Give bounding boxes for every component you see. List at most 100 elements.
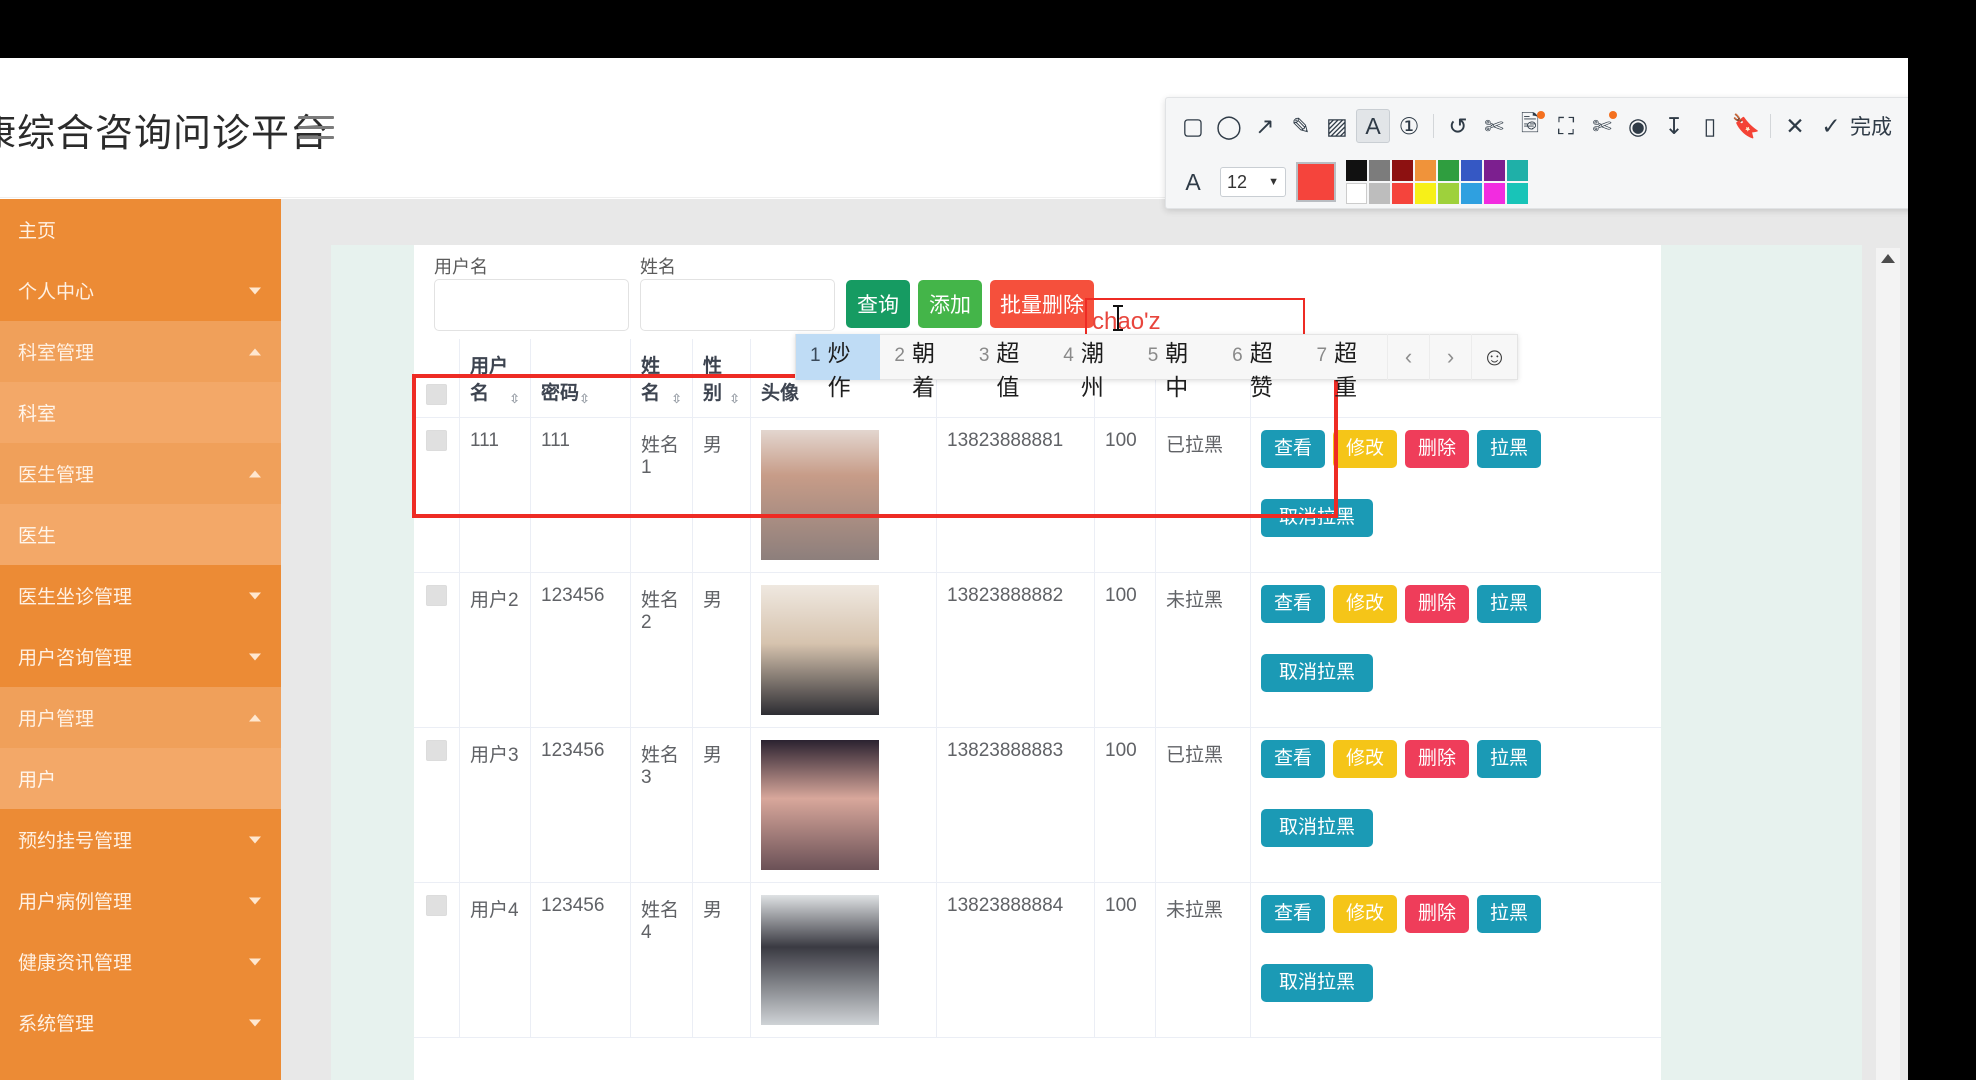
sidebar-item-2[interactable]: 科室管理 — [0, 321, 281, 382]
sidebar-item-4[interactable]: 医生管理 — [0, 443, 281, 504]
scroll-up-arrow-icon[interactable] — [1881, 254, 1895, 263]
sidebar-item-11[interactable]: 用户病例管理 — [0, 870, 281, 931]
color-swatch-5[interactable] — [1461, 160, 1482, 181]
op-button-删除[interactable]: 删除 — [1405, 430, 1470, 468]
select-all-checkbox[interactable] — [414, 339, 460, 417]
chevron-down-icon[interactable] — [249, 836, 261, 843]
annotation-tool-row[interactable]: ▢ ◯ ↗ ✎ ▨ A ① ↺ ✄ 🗟 ⛶ ✄ ◉ ↧ ▯ 🔖 ✕ ✓ 完成 — [1166, 98, 1908, 154]
close-icon[interactable]: ✕ — [1778, 109, 1812, 143]
column-header-username[interactable]: 用户名 ⇳ — [460, 339, 531, 417]
sidebar-item-8[interactable]: 用户管理 — [0, 687, 281, 748]
ime-candidate-1[interactable]: 1 炒作 — [796, 334, 881, 400]
op-button-删除[interactable]: 删除 — [1405, 585, 1470, 623]
table-row[interactable]: 用户4 123456 姓名4 男 13823888884 100 未拉黑 查看 修改 删除 拉黑 取消… — [414, 883, 1661, 1038]
row-checkbox[interactable] — [414, 728, 460, 882]
undo-icon[interactable]: ↺ — [1441, 109, 1475, 143]
chevron-up-icon[interactable] — [249, 714, 261, 721]
username-search-input[interactable] — [434, 279, 629, 331]
sort-icon[interactable]: ⇳ — [509, 392, 520, 405]
sidebar-item-6[interactable]: 医生坐诊管理 — [0, 565, 281, 626]
op-button-查看[interactable]: 查看 — [1261, 740, 1326, 778]
op-button-查看[interactable]: 查看 — [1261, 585, 1326, 623]
chevron-down-icon[interactable] — [249, 592, 261, 599]
ocr-translate-icon[interactable]: 🗟 — [1513, 109, 1547, 143]
color-swatch-13[interactable] — [1461, 183, 1482, 204]
sidebar-item-1[interactable]: 个人中心 — [0, 260, 281, 321]
pin-icon[interactable]: ✄ — [1585, 109, 1619, 143]
color-swatch-10[interactable] — [1392, 183, 1413, 204]
chevron-down-icon[interactable]: ▼ — [1268, 176, 1279, 188]
check-icon[interactable]: ✓ — [1814, 109, 1848, 143]
op-button-取消拉黑[interactable]: 取消拉黑 — [1261, 809, 1373, 847]
table-row[interactable]: 111 111 姓名1 男 13823888881 100 已拉黑 查看 修改 删除 拉黑 取消拉黑 — [414, 418, 1661, 573]
row-checkbox[interactable] — [414, 573, 460, 727]
table-row[interactable]: 用户3 123456 姓名3 男 13823888883 100 已拉黑 查看 修改 删除 拉黑 取消… — [414, 728, 1661, 883]
sort-icon[interactable]: ⇳ — [671, 392, 682, 405]
chevron-up-icon[interactable] — [249, 470, 261, 477]
op-button-拉黑[interactable]: 拉黑 — [1477, 430, 1542, 468]
column-header-password[interactable]: 密码 ⇳ — [531, 339, 631, 417]
name-search-input[interactable] — [640, 279, 835, 331]
color-swatch-14[interactable] — [1484, 183, 1505, 204]
column-header-name[interactable]: 姓名 ⇳ — [631, 339, 693, 417]
font-size-select[interactable]: 12 ▼ — [1220, 167, 1286, 197]
row-checkbox[interactable] — [414, 883, 460, 1037]
sidebar-item-12[interactable]: 健康资讯管理 — [0, 931, 281, 992]
chevron-down-icon[interactable] — [249, 897, 261, 904]
ime-candidate-2[interactable]: 2 朝着 — [880, 334, 964, 400]
ime-candidate-5[interactable]: 5 朝中 — [1134, 334, 1218, 400]
ellipse-icon[interactable]: ◯ — [1212, 109, 1246, 143]
batch-delete-button[interactable]: 批量删除 — [990, 280, 1094, 328]
table-row[interactable]: 用户2 123456 姓名2 男 13823888882 100 未拉黑 查看 修改 删除 拉黑 取消… — [414, 573, 1661, 728]
download-icon[interactable]: ↧ — [1657, 109, 1691, 143]
op-button-拉黑[interactable]: 拉黑 — [1477, 740, 1542, 778]
ime-emoji-icon[interactable]: ☺ — [1471, 334, 1517, 380]
query-button[interactable]: 查询 — [846, 280, 910, 328]
checkbox-icon[interactable] — [426, 740, 447, 761]
op-button-删除[interactable]: 删除 — [1405, 895, 1470, 933]
scissors-icon[interactable]: ✄ — [1477, 109, 1511, 143]
color-swatch-8[interactable] — [1346, 183, 1367, 204]
color-swatch-2[interactable] — [1392, 160, 1413, 181]
color-swatch-1[interactable] — [1369, 160, 1390, 181]
chevron-down-icon[interactable] — [249, 653, 261, 660]
op-button-取消拉黑[interactable]: 取消拉黑 — [1261, 654, 1373, 692]
op-button-拉黑[interactable]: 拉黑 — [1477, 895, 1542, 933]
mosaic-icon[interactable]: ▨ — [1320, 109, 1354, 143]
text-tool-icon[interactable]: A — [1356, 109, 1390, 143]
checkbox-icon[interactable] — [426, 585, 447, 606]
ime-candidate-4[interactable]: 4 潮州 — [1049, 334, 1133, 400]
op-button-删除[interactable]: 删除 — [1405, 740, 1470, 778]
annotation-style-row[interactable]: A 12 ▼ — [1166, 154, 1908, 210]
op-button-修改[interactable]: 修改 — [1333, 585, 1398, 623]
op-button-取消拉黑[interactable]: 取消拉黑 — [1261, 964, 1373, 1002]
column-header-gender[interactable]: 性别 ⇳ — [693, 339, 751, 417]
sidebar-item-0[interactable]: 主页 — [0, 199, 281, 260]
sidebar-item-3[interactable]: 科室 — [0, 382, 281, 443]
done-button[interactable]: 完成 — [1850, 111, 1898, 141]
op-button-修改[interactable]: 修改 — [1333, 895, 1398, 933]
rectangle-icon[interactable]: ▢ — [1176, 109, 1210, 143]
ime-next-page-icon[interactable]: › — [1429, 334, 1471, 380]
hamburger-menu-icon[interactable] — [298, 116, 334, 146]
chevron-up-icon[interactable] — [249, 348, 261, 355]
ime-candidate-list[interactable]: 1 炒作 2 朝着 3 超值 4 潮州 5 朝中 6 超赞 7 超重 — [796, 334, 1387, 400]
ime-candidate-3[interactable]: 3 超值 — [965, 334, 1049, 400]
arrow-icon[interactable]: ↗ — [1248, 109, 1282, 143]
ime-candidate-bar[interactable]: 1 炒作 2 朝着 3 超值 4 潮州 5 朝中 6 超赞 7 超重 ‹ › ☺ — [795, 334, 1518, 400]
sort-icon[interactable]: ⇳ — [579, 392, 590, 405]
op-button-修改[interactable]: 修改 — [1333, 430, 1398, 468]
ime-candidate-6[interactable]: 6 超赞 — [1218, 334, 1302, 400]
sort-icon[interactable]: ⇳ — [729, 392, 740, 405]
record-icon[interactable]: ◉ — [1621, 109, 1655, 143]
sidebar-item-13[interactable]: 系统管理 — [0, 992, 281, 1053]
chevron-down-icon[interactable] — [249, 1019, 261, 1026]
text-recognize-icon[interactable]: ⛶ — [1549, 109, 1583, 143]
phone-icon[interactable]: ▯ — [1693, 109, 1727, 143]
pencil-icon[interactable]: ✎ — [1284, 109, 1318, 143]
color-swatch-11[interactable] — [1415, 183, 1436, 204]
number-marker-icon[interactable]: ① — [1392, 109, 1426, 143]
checkbox-icon[interactable] — [426, 895, 447, 916]
vertical-scrollbar[interactable] — [1876, 248, 1900, 1080]
bookmark-icon[interactable]: 🔖 — [1729, 109, 1763, 143]
